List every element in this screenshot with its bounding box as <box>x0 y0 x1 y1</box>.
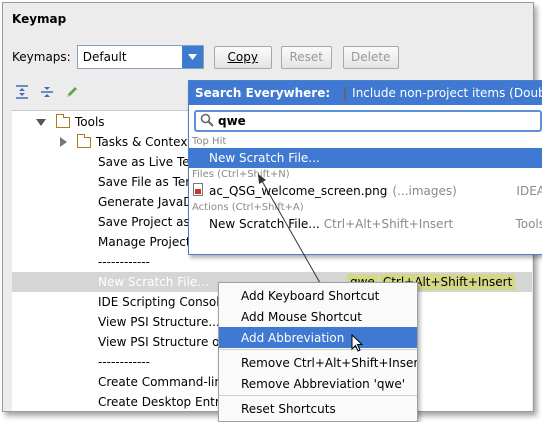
menu-item-add-mouse-shortcut[interactable]: Add Mouse Shortcut <box>219 306 417 327</box>
menu-separator <box>219 349 417 350</box>
menu-separator <box>219 395 417 396</box>
menu-item-add-keyboard-shortcut[interactable]: Add Keyboard Shortcut <box>219 285 417 306</box>
menu-item-reset-shortcuts[interactable]: Reset Shortcuts <box>219 398 417 419</box>
menu-item-remove-shortcut[interactable]: Remove Ctrl+Alt+Shift+Insert <box>219 352 417 373</box>
menu-item-remove-abbreviation[interactable]: Remove Abbreviation 'qwe' <box>219 373 417 394</box>
mouse-cursor-icon <box>351 334 364 352</box>
context-menu: Add Keyboard Shortcut Add Mouse Shortcut… <box>218 282 418 422</box>
menu-item-add-abbreviation[interactable]: Add Abbreviation <box>219 327 417 348</box>
